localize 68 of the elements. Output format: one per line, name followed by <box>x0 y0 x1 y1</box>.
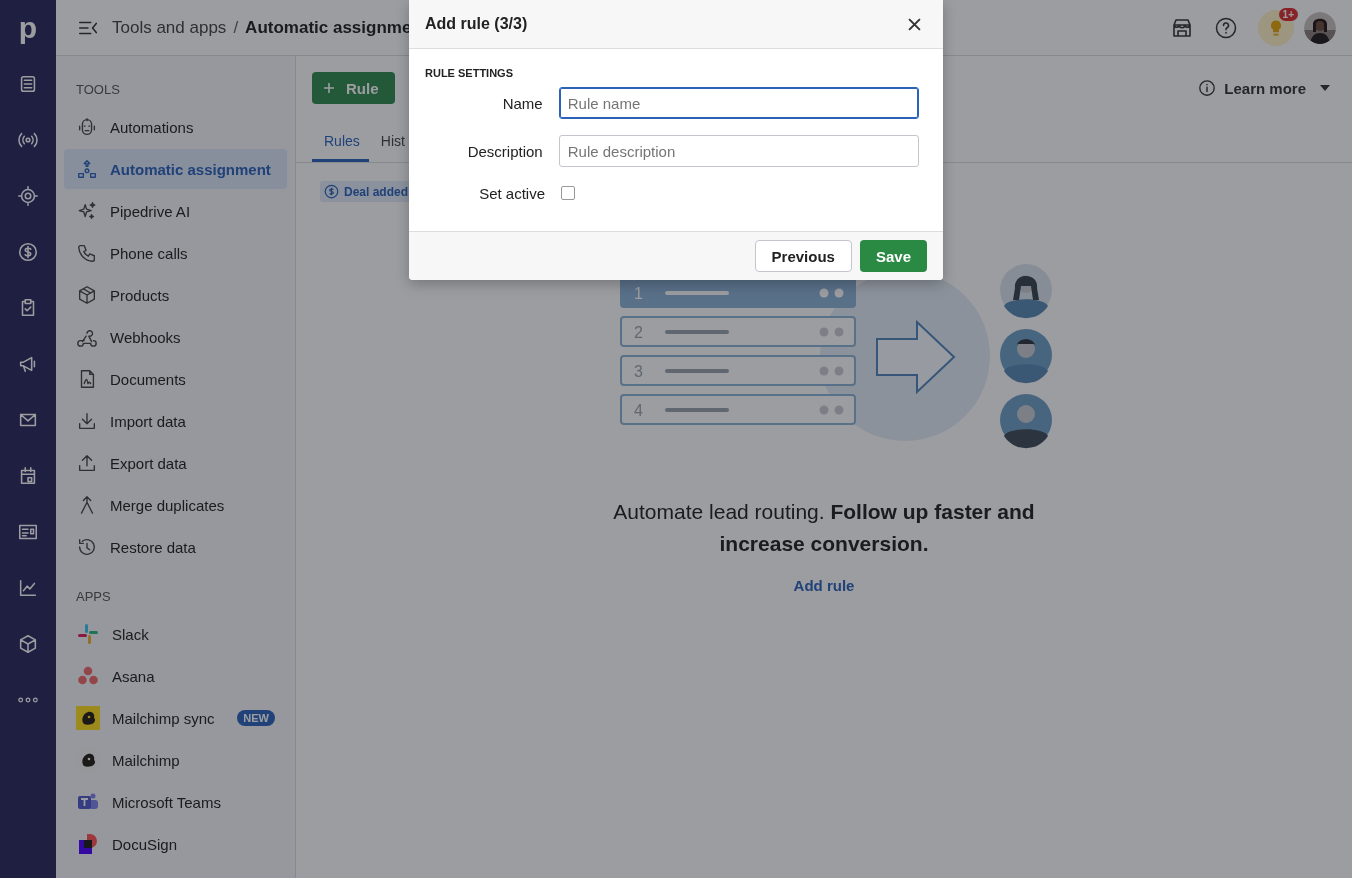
row-number: 3 <box>634 363 643 380</box>
sidebar-item[interactable]: Products <box>64 275 287 315</box>
cube-icon[interactable] <box>17 633 39 655</box>
restore-icon <box>76 536 98 558</box>
sidebar-item[interactable]: Microsoft Teams <box>64 782 287 822</box>
section-heading: APPS <box>75 588 112 606</box>
download-icon <box>76 410 98 432</box>
add-rule-link[interactable]: Add rule <box>793 577 855 594</box>
learn-more-dropdown[interactable]: Learn more <box>1198 79 1330 97</box>
breadcrumb-separator: / <box>233 17 239 38</box>
person-avatar <box>1000 329 1052 384</box>
checkbox[interactable] <box>561 186 575 200</box>
phone-icon <box>76 242 98 264</box>
field-label: Description <box>466 142 544 160</box>
sidebar-item[interactable]: Asana <box>64 656 287 696</box>
dollar-icon[interactable] <box>17 241 39 263</box>
caret-icon <box>1320 85 1330 91</box>
dialog-title: Add rule (3/3) <box>425 15 528 33</box>
empty-state-message: Automate lead routing. Follow up faster and increase conversion. <box>612 499 1036 557</box>
sidebar-item[interactable]: Export data <box>64 443 287 483</box>
upload-icon <box>76 452 98 474</box>
section-heading: TOOLS <box>75 81 121 99</box>
sidebar-item[interactable]: Restore data <box>64 527 287 567</box>
sidebar-item[interactable]: Documents <box>64 359 287 399</box>
more-icon[interactable] <box>17 697 39 703</box>
slack-logo-icon <box>76 622 100 646</box>
tab[interactable]: Rules <box>312 124 369 162</box>
docusign-logo-icon <box>76 832 100 856</box>
save-button[interactable]: Save <box>859 240 927 272</box>
sidebar-item[interactable]: Phone calls <box>64 233 287 273</box>
robot-icon <box>76 116 98 138</box>
sidebar-item[interactable]: Mailchimp sync NEW <box>64 698 287 738</box>
sidebar-item[interactable]: Automations <box>64 107 287 147</box>
description-field[interactable]: Rule description <box>558 135 919 167</box>
sidebar-item[interactable]: Import data <box>64 401 287 441</box>
person-avatar <box>1000 264 1052 319</box>
sidebar-item[interactable]: DocuSign <box>64 824 287 864</box>
plus-icon <box>323 82 335 94</box>
sidebar-item[interactable]: Automatic assignment <box>64 149 287 189</box>
box-icon <box>76 284 98 306</box>
field-label: Set active <box>478 184 546 202</box>
dollar-icon <box>324 184 339 199</box>
row-number: 2 <box>634 324 643 341</box>
sidebar-item[interactable]: Pipedrive AI <box>64 191 287 231</box>
page-title: Automatic assignme <box>245 17 412 38</box>
sidebar-item[interactable]: Merge duplicates <box>64 485 287 525</box>
person-avatar <box>1000 394 1052 449</box>
sidebar-item[interactable]: Mailchimp <box>64 740 287 780</box>
logo[interactable]: p <box>18 0 38 56</box>
field-label: Name <box>501 94 544 112</box>
assignment-icon <box>76 158 98 180</box>
new-badge: NEW <box>237 710 275 726</box>
info-icon <box>1198 79 1217 97</box>
sparkle-icon <box>76 200 98 222</box>
help-icon[interactable] <box>1214 15 1238 40</box>
add-rule-button[interactable]: Rule <box>312 72 395 104</box>
target-icon[interactable] <box>17 185 39 207</box>
sidebar-item[interactable]: Slack <box>64 614 287 654</box>
close-icon[interactable] <box>908 17 921 31</box>
name-field[interactable]: Rule name <box>558 87 919 119</box>
breadcrumb-link[interactable]: Tools and apps <box>112 17 227 38</box>
previous-button[interactable]: Previous <box>754 240 852 272</box>
section-heading: RULE SETTINGS <box>425 67 514 79</box>
sidebar-item[interactable]: Webhooks <box>64 317 287 357</box>
chart-icon[interactable] <box>17 577 39 599</box>
row-number: 4 <box>634 402 643 419</box>
notification-badge: 1+ <box>1278 7 1298 21</box>
row-number: 1 <box>634 285 643 302</box>
